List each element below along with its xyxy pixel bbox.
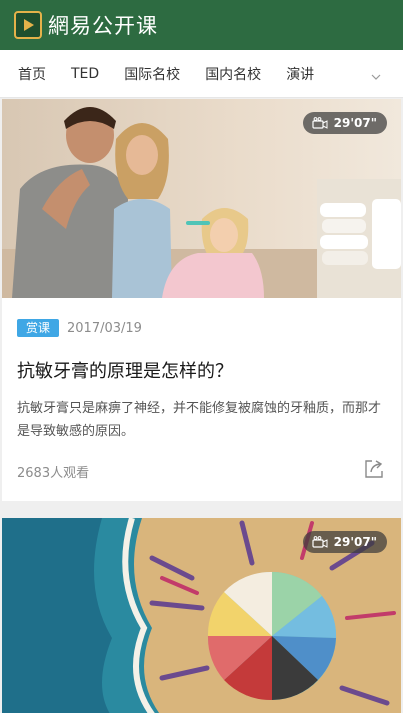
tab-speeches[interactable]: 演讲 (286, 64, 314, 84)
app-root: 網易公开课 首页 TED 国际名校 国内名校 演讲 29'07" 赏课 2017… (0, 0, 403, 713)
card-meta: 赏课 2017/03/19 (2, 298, 401, 337)
course-card[interactable]: 29'07" (2, 518, 401, 713)
course-card[interactable]: 29'07" 赏课 2017/03/19 抗敏牙膏的原理是怎样的？ 抗敏牙膏只是… (2, 99, 401, 501)
category-nav: 首页 TED 国际名校 国内名校 演讲 (0, 50, 403, 98)
course-thumbnail[interactable]: 29'07" (2, 99, 401, 298)
tab-home[interactable]: 首页 (18, 64, 46, 84)
tab-domestic-universities[interactable]: 国内名校 (205, 64, 261, 84)
course-description: 抗敏牙膏只是麻痹了神经，并不能修复被腐蚀的牙釉质，而那才是导致敏感的原因。 (17, 401, 382, 439)
app-header: 網易公开课 (0, 0, 403, 50)
view-count: 2683人观看 (17, 465, 90, 481)
video-camera-icon (312, 117, 328, 129)
card-footer: 2683人观看 (2, 443, 401, 483)
video-duration-badge: 29'07" (302, 531, 387, 553)
video-camera-icon (312, 536, 328, 548)
video-duration-badge: 29'07" (302, 112, 387, 134)
duration-text: 29'07" (333, 535, 377, 549)
chevron-down-icon[interactable] (371, 67, 381, 86)
category-badge[interactable]: 赏课 (17, 319, 60, 337)
share-icon[interactable] (364, 459, 384, 483)
tab-ted[interactable]: TED (71, 66, 99, 82)
umbrella (207, 571, 337, 701)
play-logo-icon[interactable] (14, 11, 42, 39)
course-title[interactable]: 抗敏牙膏的原理是怎样的？ (2, 337, 401, 384)
publish-date: 2017/03/19 (67, 320, 142, 336)
tab-international-universities[interactable]: 国际名校 (124, 64, 180, 84)
app-name[interactable]: 網易公开课 (48, 10, 158, 40)
course-thumbnail[interactable]: 29'07" (2, 518, 401, 713)
duration-text: 29'07" (333, 116, 377, 130)
